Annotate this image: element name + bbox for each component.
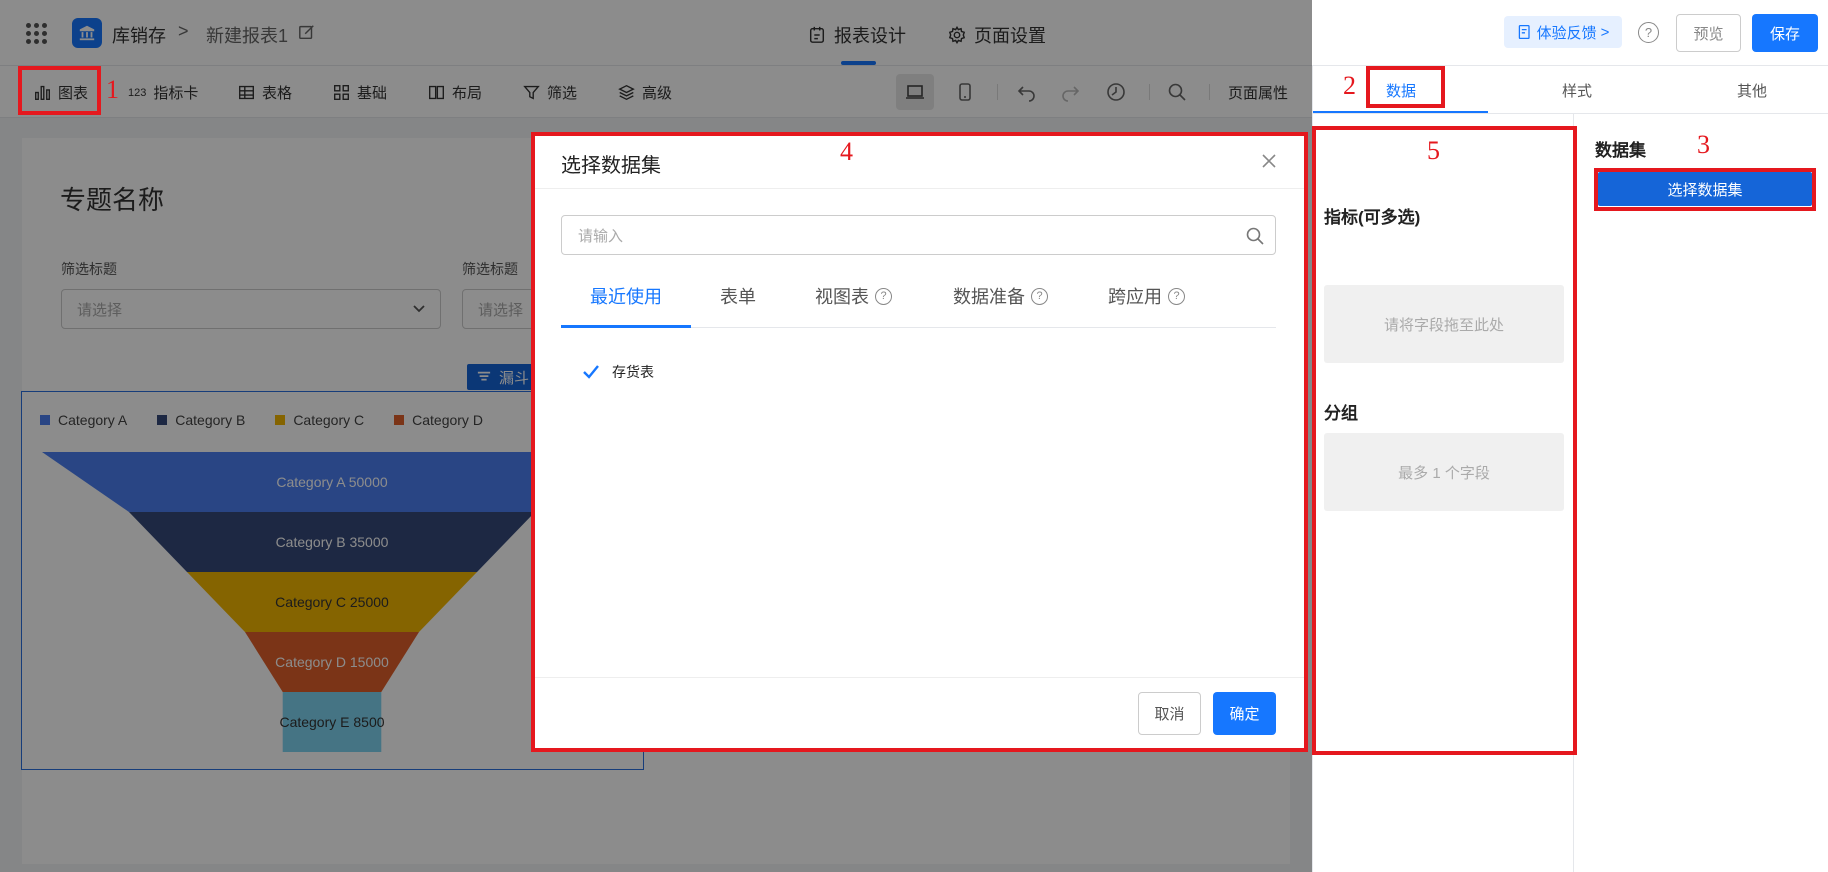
save-button[interactable]: 保存 — [1752, 14, 1818, 52]
annotation-box — [1594, 168, 1816, 211]
preview-button[interactable]: 预览 — [1676, 14, 1741, 52]
feedback-label: 体验反馈 — [1536, 24, 1597, 42]
annotation-box — [1366, 66, 1445, 108]
annotation-box — [18, 66, 101, 115]
feedback-icon — [1518, 24, 1530, 40]
panel-tab-style[interactable]: 样式 — [1562, 80, 1592, 101]
panel-tab-other[interactable]: 其他 — [1737, 80, 1767, 101]
annotation-box — [1312, 126, 1577, 755]
annotation-number: 3 — [1697, 130, 1710, 159]
chevron-right-icon: > — [1600, 23, 1610, 41]
annotation-number: 5 — [1427, 136, 1440, 165]
dataset-title: 数据集 — [1595, 141, 1646, 160]
annotation-number: 4 — [840, 137, 853, 166]
annotation-box — [531, 132, 1308, 752]
annotation-number: 2 — [1343, 71, 1356, 100]
help-icon[interactable]: ? — [1638, 22, 1659, 43]
annotation-number: 1 — [106, 75, 119, 104]
feedback-button[interactable]: 体验反馈 > — [1504, 16, 1622, 48]
